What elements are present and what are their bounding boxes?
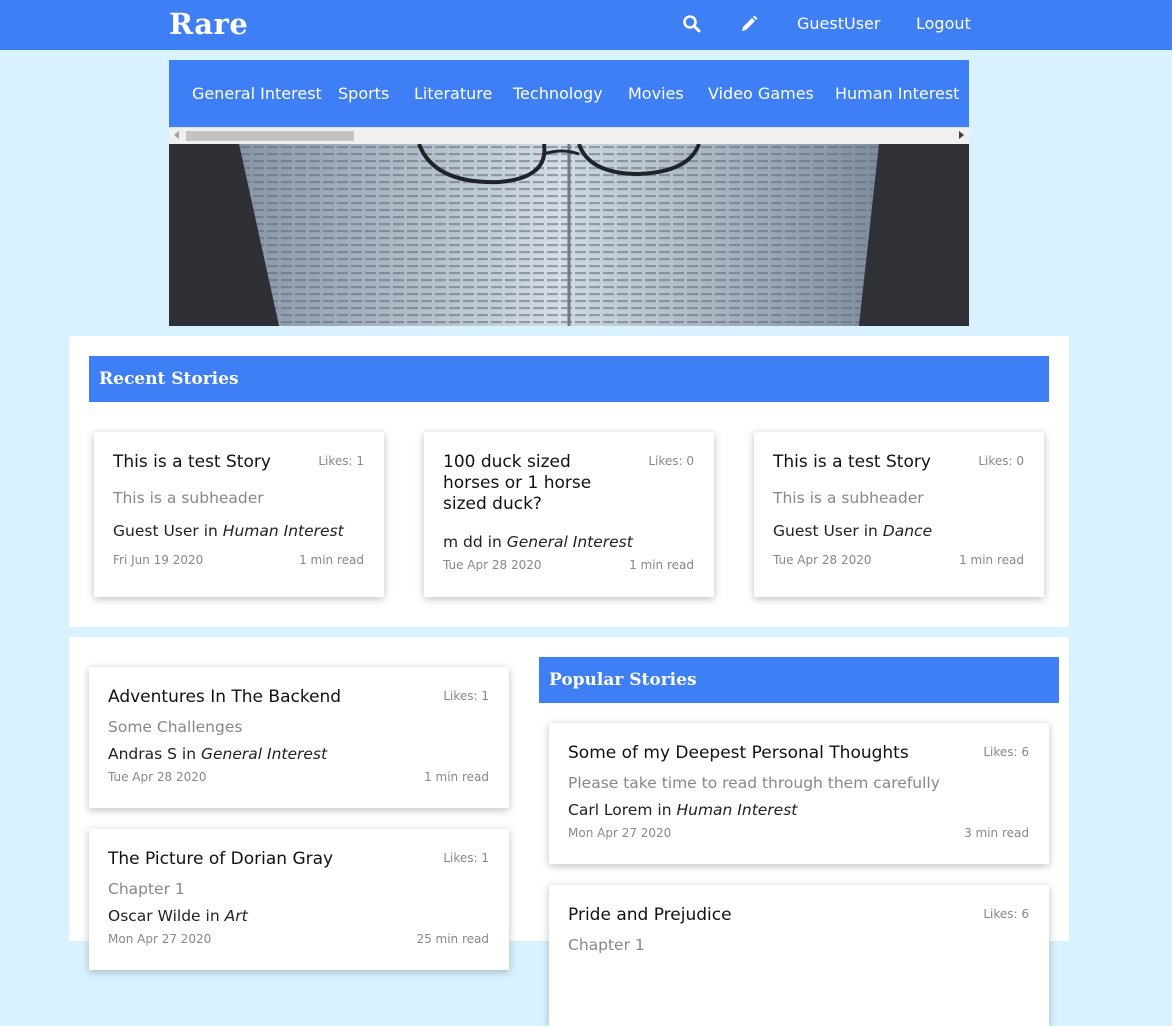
story-byline: Carl Lorem in Human Interest xyxy=(568,801,798,819)
story-card[interactable]: This is a test Story Likes: 0 This is a … xyxy=(754,432,1044,597)
story-title[interactable]: The Picture of Dorian Gray xyxy=(108,849,333,870)
pencil-icon[interactable] xyxy=(739,14,759,34)
story-subheader: This is a subheader xyxy=(113,489,264,507)
story-date: Tue Apr 28 2020 xyxy=(443,558,542,572)
search-icon[interactable] xyxy=(682,14,702,34)
story-title[interactable]: 100 duck sized horses or 1 horse sized d… xyxy=(443,452,603,515)
story-card[interactable]: This is a test Story Likes: 1 This is a … xyxy=(94,432,384,597)
story-byline: Guest User in Human Interest xyxy=(113,522,344,540)
hero-image xyxy=(169,144,969,326)
story-card[interactable]: 100 duck sized horses or 1 horse sized d… xyxy=(424,432,714,597)
author-name: Guest User xyxy=(773,522,859,540)
author-name: Oscar Wilde xyxy=(108,907,201,925)
story-category[interactable]: Human Interest xyxy=(676,801,797,819)
category-scrollbar[interactable] xyxy=(169,127,969,144)
story-category[interactable]: Human Interest xyxy=(223,522,344,540)
story-date: Fri Jun 19 2020 xyxy=(113,553,204,567)
story-subheader: Some Challenges xyxy=(108,718,243,736)
story-card[interactable]: The Picture of Dorian Gray Likes: 1 Chap… xyxy=(89,829,509,970)
story-category[interactable]: General Interest xyxy=(507,533,633,551)
author-name: Guest User xyxy=(113,522,199,540)
story-title[interactable]: This is a test Story xyxy=(773,452,931,473)
story-byline: Guest User in Dance xyxy=(773,522,933,540)
story-date: Tue Apr 28 2020 xyxy=(108,770,207,784)
story-card[interactable]: Pride and Prejudice Likes: 6 Chapter 1 xyxy=(549,885,1049,1026)
story-date: Mon Apr 27 2020 xyxy=(568,826,672,840)
story-title[interactable]: This is a test Story xyxy=(113,452,271,473)
logout-link[interactable]: Logout xyxy=(916,14,971,33)
author-name: m dd xyxy=(443,533,483,551)
category-video-games[interactable]: Video Games xyxy=(708,84,814,103)
read-time: 1 min read xyxy=(424,770,489,784)
likes-count: Likes: 0 xyxy=(648,454,694,468)
story-card[interactable]: Some of my Deepest Personal Thoughts Lik… xyxy=(549,723,1049,864)
scrollbar-thumb[interactable] xyxy=(186,131,354,141)
story-title[interactable]: Adventures In The Backend xyxy=(108,687,341,708)
category-sports[interactable]: Sports xyxy=(338,84,389,103)
author-name: Andras S xyxy=(108,745,177,763)
site-logo[interactable]: Rare xyxy=(169,7,248,41)
story-date: Mon Apr 27 2020 xyxy=(108,932,212,946)
story-category[interactable]: General Interest xyxy=(201,745,327,763)
story-subheader: Chapter 1 xyxy=(108,880,185,898)
category-movies[interactable]: Movies xyxy=(628,84,684,103)
category-technology[interactable]: Technology xyxy=(513,84,603,103)
likes-count: Likes: 1 xyxy=(443,851,489,865)
top-navbar: Rare GuestUser Logout xyxy=(0,0,1172,50)
story-card[interactable]: Adventures In The Backend Likes: 1 Some … xyxy=(89,667,509,808)
read-time: 1 min read xyxy=(629,558,694,572)
category-general-interest[interactable]: General Interest xyxy=(192,84,322,103)
popular-stories-heading: Popular Stories xyxy=(539,657,1059,703)
scroll-right-icon[interactable] xyxy=(959,131,964,139)
story-date: Tue Apr 28 2020 xyxy=(773,553,872,567)
likes-count: Likes: 6 xyxy=(983,745,1029,759)
likes-count: Likes: 6 xyxy=(983,907,1029,921)
scroll-left-icon[interactable] xyxy=(174,131,179,139)
read-time: 1 min read xyxy=(959,553,1024,567)
story-byline: m dd in General Interest xyxy=(443,533,633,551)
category-literature[interactable]: Literature xyxy=(414,84,492,103)
story-subheader: Chapter 1 xyxy=(568,936,645,954)
category-nav: General Interest Sports Literature Techn… xyxy=(169,60,969,127)
story-category[interactable]: Art xyxy=(225,907,248,925)
likes-count: Likes: 0 xyxy=(978,454,1024,468)
likes-count: Likes: 1 xyxy=(443,689,489,703)
read-time: 25 min read xyxy=(416,932,489,946)
read-time: 1 min read xyxy=(299,553,364,567)
author-name: Carl Lorem xyxy=(568,801,653,819)
category-human-interest[interactable]: Human Interest xyxy=(835,84,959,103)
story-title[interactable]: Some of my Deepest Personal Thoughts xyxy=(568,743,909,764)
story-category[interactable]: Dance xyxy=(883,522,932,540)
story-subheader: Please take time to read through them ca… xyxy=(568,774,940,792)
recent-stories-heading: Recent Stories xyxy=(89,356,1049,402)
story-byline: Andras S in General Interest xyxy=(108,745,328,763)
story-title[interactable]: Pride and Prejudice xyxy=(568,905,732,926)
likes-count: Likes: 1 xyxy=(318,454,364,468)
read-time: 3 min read xyxy=(964,826,1029,840)
user-link[interactable]: GuestUser xyxy=(797,14,880,33)
story-byline: Oscar Wilde in Art xyxy=(108,907,248,925)
story-subheader: This is a subheader xyxy=(773,489,924,507)
